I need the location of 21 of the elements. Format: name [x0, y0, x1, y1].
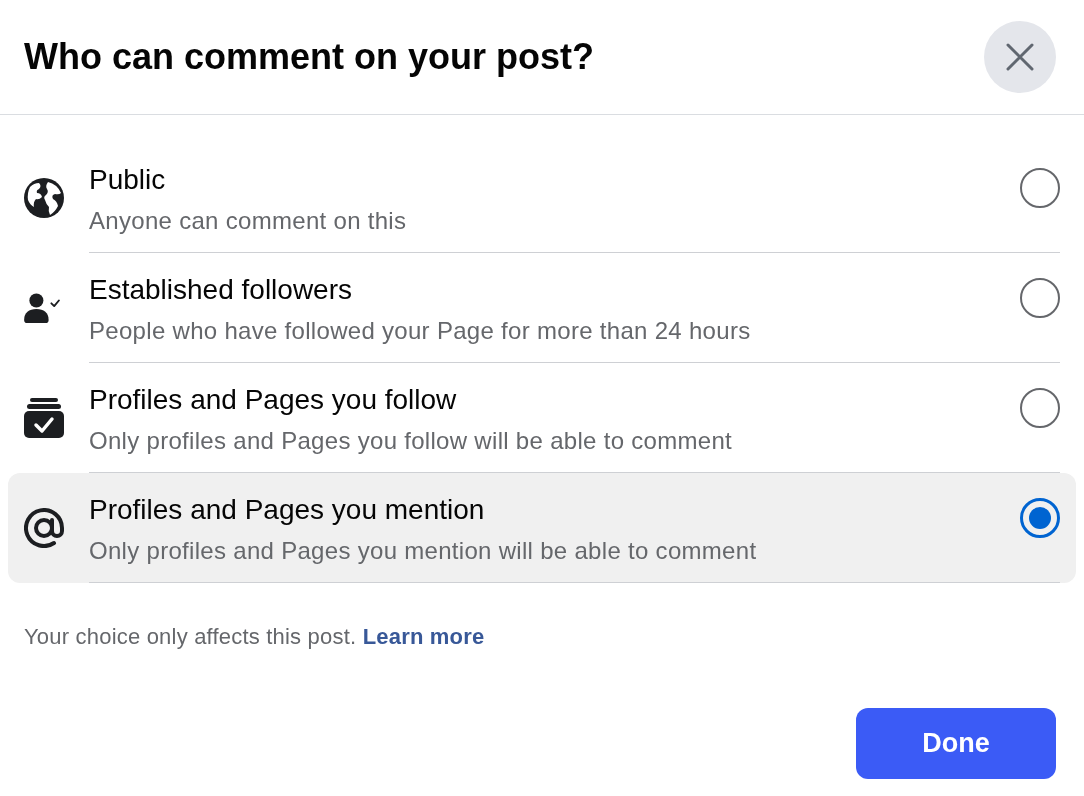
option-title: Public — [89, 163, 167, 197]
close-icon — [1006, 43, 1034, 71]
radio-button[interactable] — [1020, 168, 1060, 208]
globe-icon — [24, 178, 64, 218]
radio-button[interactable] — [1020, 278, 1060, 318]
option-description: Only profiles and Pages you follow will be able to comment — [89, 426, 733, 456]
at-sign-icon — [24, 508, 64, 548]
option-description: People who have followed your Page for more than 24 hours — [89, 316, 751, 346]
learn-more-link[interactable]: Learn more — [362, 624, 485, 649]
dialog-title: Who can comment on your post? — [24, 35, 594, 79]
option-title: Established followers — [89, 273, 354, 307]
option-description: Only profiles and Pages you mention will be able to comment — [89, 536, 757, 566]
radio-button[interactable] — [1020, 498, 1060, 538]
box-check-icon — [24, 398, 64, 438]
option-title: Profiles and Pages you mention — [89, 493, 486, 527]
person-check-icon — [24, 293, 60, 323]
done-button[interactable]: Done — [856, 708, 1056, 779]
radio-button[interactable] — [1020, 388, 1060, 428]
footer-note: Your choice only affects this post. Learn more — [24, 623, 486, 651]
option-description: Anyone can comment on this — [89, 206, 407, 236]
option-title: Profiles and Pages you follow — [89, 383, 458, 417]
